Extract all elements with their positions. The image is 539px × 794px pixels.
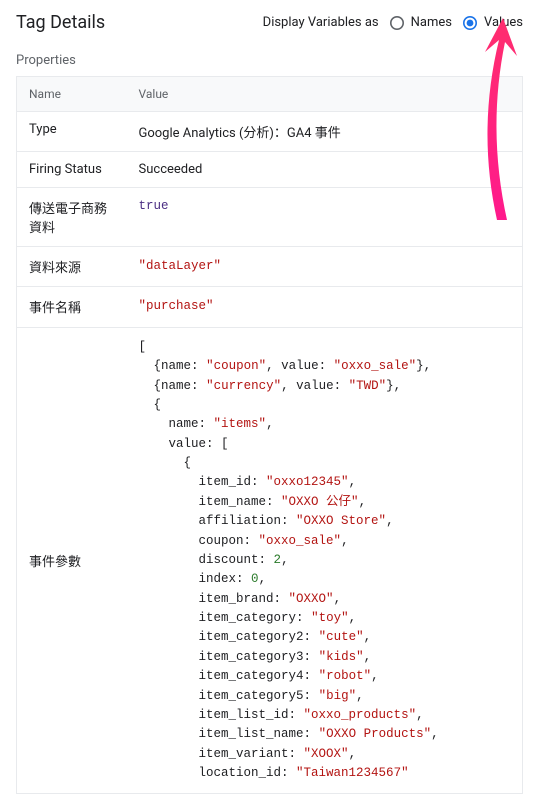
table-row: 事件參數 [ {name: "coupon", value: "oxxo_sal…	[17, 327, 523, 794]
radio-unselected-icon	[389, 15, 405, 31]
table-row: 傳送電子商務資料 true	[17, 188, 523, 247]
radio-names[interactable]	[389, 15, 405, 31]
radio-values-label[interactable]: Values	[484, 15, 523, 30]
page-title: Tag Details	[16, 12, 105, 33]
properties-section-label: Properties	[16, 53, 523, 68]
prop-value: true	[127, 188, 523, 247]
table-row: 事件名稱 "purchase"	[17, 287, 523, 327]
col-header-name: Name	[17, 77, 127, 112]
display-variables-toggle: Display Variables as Names Values	[263, 15, 523, 31]
string-value: "dataLayer"	[139, 259, 222, 273]
prop-value: Succeeded	[127, 152, 523, 188]
table-row: 資料來源 "dataLayer"	[17, 247, 523, 287]
prop-name: 傳送電子商務資料	[17, 188, 127, 247]
event-params-json: [ {name: "coupon", value: "oxxo_sale"}, …	[139, 338, 511, 784]
prop-value: "purchase"	[127, 287, 523, 327]
string-value: "purchase"	[139, 299, 214, 313]
true-keyword: true	[139, 199, 169, 213]
table-row: Firing Status Succeeded	[17, 152, 523, 188]
col-header-value: Value	[127, 77, 523, 112]
prop-name: 資料來源	[17, 247, 127, 287]
prop-name: 事件名稱	[17, 287, 127, 327]
prop-name: 事件參數	[17, 327, 127, 794]
radio-selected-icon	[462, 15, 478, 31]
radio-names-label[interactable]: Names	[411, 15, 452, 30]
prop-value: Google Analytics (分析)：GA4 事件	[127, 112, 523, 152]
prop-name: Type	[17, 112, 127, 152]
prop-value: [ {name: "coupon", value: "oxxo_sale"}, …	[127, 327, 523, 794]
table-row: Type Google Analytics (分析)：GA4 事件	[17, 112, 523, 152]
prop-value: "dataLayer"	[127, 247, 523, 287]
header: Tag Details Display Variables as Names V…	[16, 12, 523, 33]
prop-name: Firing Status	[17, 152, 127, 188]
radio-values[interactable]	[462, 15, 478, 31]
properties-table: Name Value Type Google Analytics (分析)：GA…	[16, 76, 523, 794]
display-variables-label: Display Variables as	[263, 15, 379, 30]
